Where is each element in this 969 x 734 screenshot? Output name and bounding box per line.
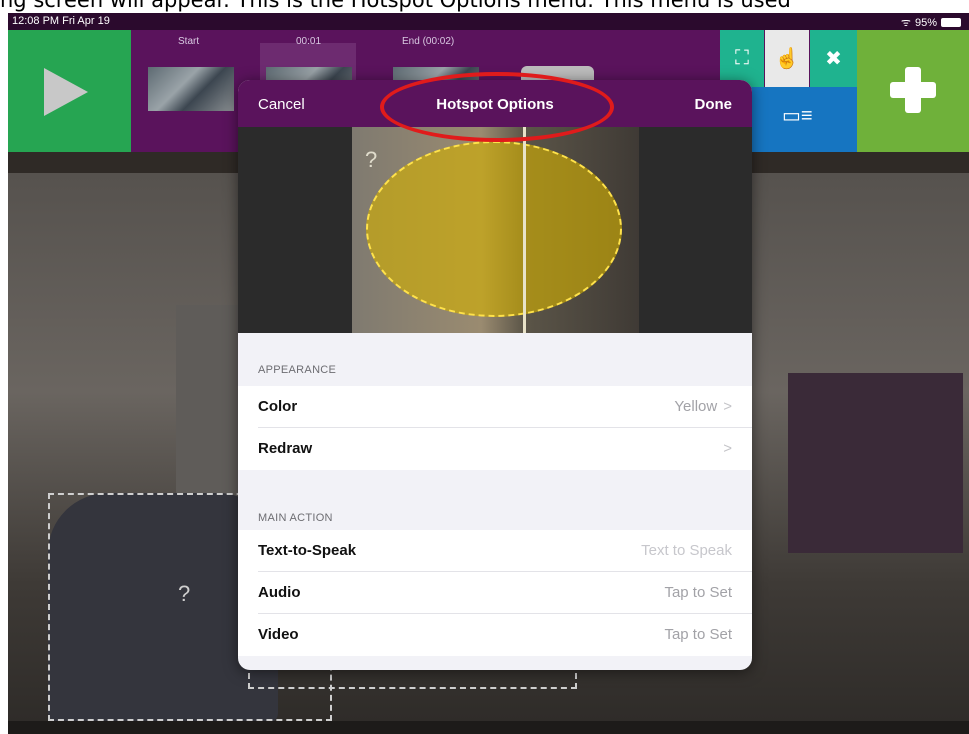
- color-value: Yellow: [674, 398, 718, 415]
- timeline-start-label: Start: [178, 36, 200, 47]
- battery-percent: 95%: [914, 16, 937, 29]
- play-icon: [44, 68, 88, 116]
- play-button[interactable]: [8, 30, 131, 152]
- timeline-thumb-start[interactable]: [148, 67, 234, 111]
- redraw-row[interactable]: Redraw >: [238, 428, 752, 470]
- color-label: Color: [258, 398, 298, 415]
- text-to-speak-label: Text-to-Speak: [258, 542, 357, 559]
- status-right: ᯤ 95%: [901, 15, 961, 30]
- delete-hotspot-button[interactable]: ✖: [810, 30, 857, 87]
- audio-row[interactable]: Audio Tap to Set: [238, 572, 752, 614]
- hotspot-shape[interactable]: [366, 141, 622, 317]
- appearance-header: APPEARANCE: [258, 364, 337, 376]
- chevron-right-icon: >: [723, 440, 732, 457]
- bottom-bar: [8, 721, 969, 734]
- redraw-label: Redraw: [258, 440, 313, 457]
- existing-hotspot-icon: ?: [178, 581, 191, 606]
- text-to-speak-row[interactable]: Text-to-Speak Text to Speak: [238, 530, 752, 572]
- resize-icon: ⛶: [735, 47, 749, 69]
- battery-icon: [941, 18, 961, 27]
- status-bar: 12:08 PM Fri Apr 19 ᯤ 95%: [8, 13, 969, 30]
- resize-hotspot-button[interactable]: ⛶: [720, 30, 764, 87]
- video-label: Video: [258, 626, 299, 643]
- color-value-wrap: Yellow >: [674, 398, 732, 415]
- chevron-right-icon: >: [723, 398, 732, 415]
- timeline-end-label: End (00:02): [402, 36, 455, 47]
- text-to-speak-input[interactable]: Text to Speak: [641, 542, 732, 559]
- touch-hotspot-button[interactable]: ☝: [765, 30, 809, 87]
- main-action-header: MAIN ACTION: [258, 512, 333, 524]
- image-text-icon: ▭≡: [782, 105, 813, 127]
- hotspot-question-icon: ?: [365, 147, 378, 172]
- annotation-ellipse: [380, 72, 614, 142]
- hotspot-preview: ?: [238, 127, 752, 333]
- redraw-value-wrap: >: [717, 440, 732, 457]
- done-button[interactable]: Done: [695, 96, 733, 113]
- close-icon: ✖: [825, 48, 842, 70]
- hotspot-options-modal: Cancel Hotspot Options Done ? APPEARANCE…: [238, 80, 752, 670]
- touch-icon: ☝: [774, 48, 800, 70]
- video-row[interactable]: Video Tap to Set: [238, 614, 752, 656]
- audio-label: Audio: [258, 584, 301, 601]
- video-value: Tap to Set: [664, 626, 732, 643]
- wifi-icon: ᯤ: [900, 17, 911, 29]
- preview-divider: [523, 127, 526, 333]
- timeline-current-label: 00:01: [296, 36, 322, 47]
- color-row[interactable]: Color Yellow >: [238, 386, 752, 428]
- caption-text: ng screen will appear. This is the Hotsp…: [0, 0, 791, 12]
- status-time: 12:08 PM Fri Apr 19: [12, 15, 110, 27]
- shelf-image: [788, 373, 963, 553]
- audio-value: Tap to Set: [664, 584, 732, 601]
- add-button[interactable]: [857, 30, 969, 152]
